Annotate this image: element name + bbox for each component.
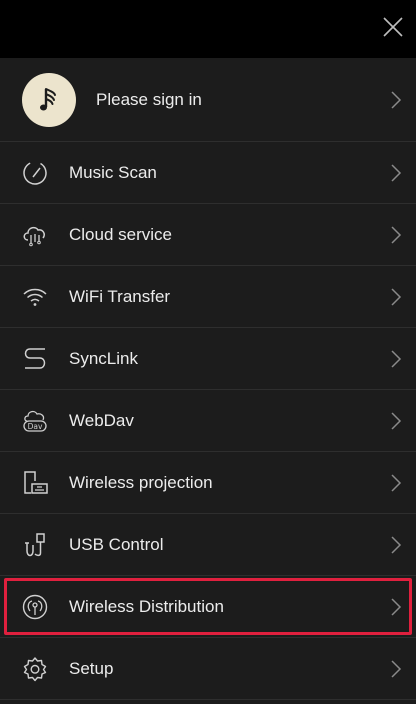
chevron-right-icon	[390, 225, 402, 245]
svg-text:Dav: Dav	[28, 422, 43, 431]
menu-item-label: WebDav	[69, 410, 134, 430]
menu-item-usb-control[interactable]: USB Control	[0, 514, 416, 576]
menu-item-webdav[interactable]: Dav WebDav	[0, 390, 416, 452]
menu-item-label: Cloud service	[69, 224, 172, 244]
gear-icon	[20, 654, 50, 684]
chevron-right-icon	[390, 163, 402, 183]
music-note-icon	[40, 87, 56, 110]
menu-item-label: WiFi Transfer	[69, 286, 171, 306]
chevron-right-icon	[390, 349, 402, 369]
close-icon	[383, 17, 403, 37]
menu-item-cloud-service[interactable]: Cloud service	[0, 204, 416, 266]
menu-item-wifi-transfer[interactable]: WiFi Transfer	[0, 266, 416, 328]
menu-item-label: Wireless projection	[69, 472, 213, 492]
menu-item-label: USB Control	[69, 534, 164, 554]
synclink-icon	[20, 344, 50, 374]
chevron-right-icon	[390, 473, 402, 493]
chevron-right-icon	[390, 287, 402, 307]
broadcast-icon	[20, 592, 50, 622]
chevron-right-icon	[390, 597, 402, 617]
menu-item-setup[interactable]: Setup	[0, 638, 416, 700]
side-menu: Please sign in Music Scan Cloud service	[0, 58, 416, 700]
sign-in-row[interactable]: Please sign in	[0, 58, 416, 142]
menu-item-label: Wireless Distribution	[69, 596, 224, 616]
top-bar	[0, 0, 416, 58]
projection-icon	[20, 468, 50, 498]
wifi-icon	[20, 282, 50, 312]
menu-item-label: Setup	[69, 658, 114, 678]
menu-item-synclink[interactable]: SyncLink	[0, 328, 416, 390]
chevron-right-icon	[390, 90, 402, 110]
menu-item-wireless-projection[interactable]: Wireless projection	[0, 452, 416, 514]
sign-in-label: Please sign in	[96, 89, 202, 109]
menu-item-label: Music Scan	[69, 162, 157, 182]
chevron-right-icon	[390, 659, 402, 679]
menu-item-wireless-distribution[interactable]: Wireless Distribution	[0, 576, 416, 638]
menu-item-music-scan[interactable]: Music Scan	[0, 142, 416, 204]
webdav-icon: Dav	[20, 406, 50, 436]
close-button[interactable]	[380, 14, 406, 40]
cloud-icon	[20, 220, 50, 250]
chevron-right-icon	[390, 411, 402, 431]
menu-item-label: SyncLink	[69, 348, 138, 368]
chevron-right-icon	[390, 535, 402, 555]
avatar[interactable]	[22, 72, 76, 127]
usb-icon	[20, 530, 50, 560]
gauge-icon	[20, 158, 50, 188]
